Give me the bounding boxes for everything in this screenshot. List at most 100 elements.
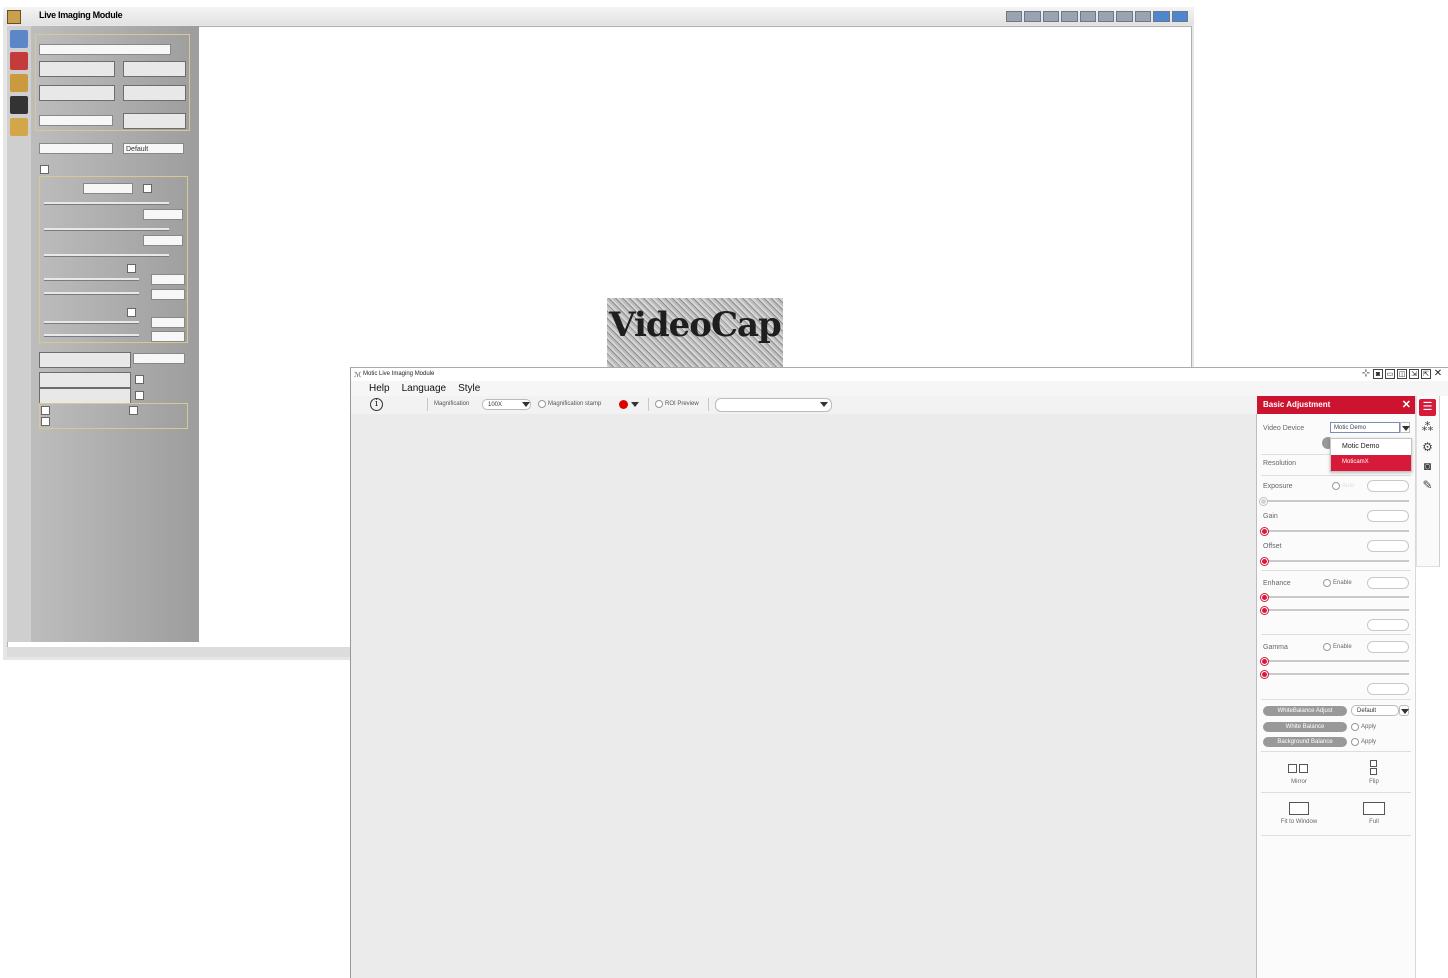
background-balance-button[interactable]: Background Balance	[1263, 737, 1347, 747]
legacy-button[interactable]	[123, 85, 186, 101]
legacy-field[interactable]	[143, 235, 183, 246]
menu-help[interactable]: Help	[369, 381, 390, 396]
gamma-slider-handle[interactable]	[1261, 658, 1268, 665]
stamp-color-dropdown-arrow-icon[interactable]	[631, 402, 639, 407]
roi-dropdown-arrow-icon[interactable]	[820, 402, 828, 407]
white-balance-adjust-button[interactable]: WhiteBalance Adjust	[1263, 706, 1347, 716]
legacy-button[interactable]	[39, 85, 115, 101]
legacy-tab-capture-icon[interactable]	[10, 96, 28, 114]
exposure-value-field[interactable]	[1367, 480, 1409, 492]
enhance-enable-radio[interactable]	[1323, 579, 1331, 587]
legacy-checkbox[interactable]	[127, 264, 136, 273]
video-device-select[interactable]: Motic Demo	[1330, 422, 1400, 433]
fit-to-window-button[interactable]: Fit to Window	[1269, 798, 1329, 828]
legacy-slider[interactable]	[44, 334, 139, 337]
legacy-checkbox[interactable]	[41, 417, 50, 426]
legacy-combo[interactable]: Default	[123, 143, 184, 154]
legacy-field[interactable]	[83, 183, 133, 194]
offset-slider[interactable]	[1263, 560, 1409, 562]
legacy-field[interactable]	[39, 115, 113, 126]
magnification-dropdown-arrow-icon[interactable]	[522, 402, 530, 407]
legacy-slider[interactable]	[44, 292, 139, 295]
white-balance-apply-radio[interactable]	[1351, 723, 1359, 731]
legacy-slider[interactable]	[44, 202, 169, 205]
shrink-window-icon[interactable]: ⇲	[1409, 369, 1419, 379]
legacy-field[interactable]	[151, 289, 185, 300]
legacy-button[interactable]	[39, 372, 131, 388]
gamma-slider-2-handle[interactable]	[1261, 671, 1268, 678]
device-option-motic-demo[interactable]: Motic Demo	[1331, 439, 1411, 455]
legacy-field[interactable]	[151, 331, 185, 342]
legacy-tab-camera-icon[interactable]	[10, 30, 28, 48]
device-option-moticamx[interactable]: MoticamX	[1331, 455, 1411, 471]
legacy-button[interactable]	[39, 388, 131, 404]
gears-icon[interactable]: ⚙	[1419, 439, 1436, 456]
gain-slider-handle[interactable]	[1261, 528, 1268, 535]
legacy-tool-button[interactable]	[1171, 11, 1189, 22]
roi-select[interactable]	[715, 398, 832, 412]
legacy-slider[interactable]	[44, 254, 169, 257]
exposure-slider-handle[interactable]	[1260, 498, 1267, 505]
flip-button[interactable]: Flip	[1354, 757, 1394, 788]
exposure-auto-radio[interactable]	[1332, 482, 1340, 490]
legacy-tool-button[interactable]	[1061, 11, 1078, 22]
legacy-button[interactable]	[123, 61, 186, 77]
white-balance-button[interactable]: White Balance	[1263, 722, 1347, 732]
magnification-stamp-radio[interactable]	[538, 400, 546, 408]
legacy-tool-button[interactable]	[1024, 11, 1041, 22]
pin-icon[interactable]: ⊹	[1361, 369, 1371, 379]
ruler-icon[interactable]: ✎	[1419, 477, 1436, 494]
menu-language[interactable]: Language	[402, 381, 447, 396]
legacy-tab-color-icon[interactable]	[10, 52, 28, 70]
full-size-button[interactable]: Full	[1349, 798, 1399, 828]
legacy-select[interactable]	[39, 143, 113, 154]
split-view-icon[interactable]: ◫	[1397, 369, 1407, 379]
info-icon[interactable]: i	[370, 398, 383, 411]
mirror-button[interactable]: Mirror	[1279, 760, 1319, 788]
legacy-button[interactable]	[39, 61, 115, 77]
gain-slider[interactable]	[1263, 530, 1409, 532]
legacy-button[interactable]	[39, 352, 131, 368]
gamma-slider[interactable]	[1263, 660, 1409, 662]
gamma-enable-radio[interactable]	[1323, 643, 1331, 651]
legacy-tool-button[interactable]	[1098, 11, 1115, 22]
legacy-tab-settings-icon[interactable]	[10, 74, 28, 92]
legacy-checkbox[interactable]	[40, 165, 49, 174]
legacy-slider[interactable]	[44, 321, 139, 324]
roi-preview-radio[interactable]	[655, 400, 663, 408]
adjustment-sliders-icon[interactable]: ☰	[1419, 399, 1436, 416]
color-circles-icon[interactable]: ⁂	[1419, 419, 1436, 436]
white-balance-dropdown-button[interactable]	[1399, 705, 1409, 716]
video-device-dropdown-button[interactable]	[1400, 422, 1410, 433]
legacy-field[interactable]	[151, 317, 185, 328]
gamma-value-field[interactable]	[1367, 641, 1409, 653]
legacy-device-field[interactable]	[39, 44, 171, 55]
gain-value-field[interactable]	[1367, 510, 1409, 522]
background-balance-apply-radio[interactable]	[1351, 738, 1359, 746]
white-balance-adjust-select[interactable]: Default	[1351, 705, 1399, 716]
legacy-button[interactable]	[123, 113, 186, 129]
gamma-slider-2[interactable]	[1263, 673, 1409, 675]
enhance-value-field-2[interactable]	[1367, 619, 1409, 631]
legacy-checkbox[interactable]	[135, 391, 144, 400]
gamma-value-field-2[interactable]	[1367, 683, 1409, 695]
camera-icon[interactable]: ◙	[1419, 458, 1436, 475]
exposure-slider[interactable]	[1263, 500, 1409, 502]
legacy-select[interactable]	[133, 353, 185, 364]
legacy-field[interactable]	[151, 274, 185, 285]
stamp-color-swatch[interactable]	[619, 400, 628, 409]
enhance-slider-handle[interactable]	[1261, 594, 1268, 601]
camera-snapshot-icon[interactable]: ◙	[1373, 369, 1383, 379]
restore-window-icon[interactable]: ▭	[1385, 369, 1395, 379]
legacy-tool-button[interactable]	[1134, 11, 1152, 22]
legacy-slider[interactable]	[44, 278, 139, 281]
menu-style[interactable]: Style	[458, 381, 480, 396]
image-viewport[interactable]	[351, 414, 1257, 978]
legacy-field[interactable]	[143, 209, 183, 220]
legacy-tool-button[interactable]	[1079, 11, 1097, 22]
legacy-tab-tools-icon[interactable]	[10, 118, 28, 136]
legacy-tool-button[interactable]	[1006, 11, 1023, 22]
legacy-slider[interactable]	[44, 228, 169, 231]
close-panel-icon[interactable]: ✕	[1402, 396, 1411, 414]
legacy-tool-button[interactable]	[1116, 11, 1133, 22]
